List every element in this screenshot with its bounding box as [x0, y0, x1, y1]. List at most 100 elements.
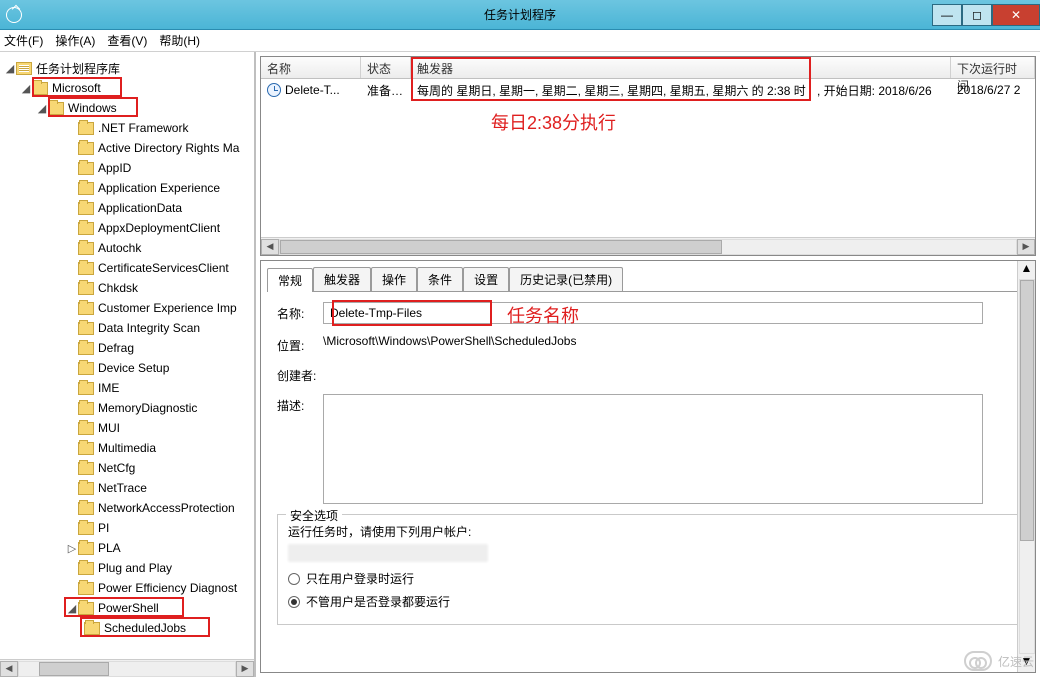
- detail-tabs: 常规 触发器 操作 条件 设置 历史记录(已禁用): [261, 261, 1035, 291]
- tree-item[interactable]: MemoryDiagnostic: [4, 398, 254, 418]
- expand-icon[interactable]: ◢: [66, 602, 78, 615]
- tab-general[interactable]: 常规: [267, 268, 313, 292]
- col-status[interactable]: 状态: [361, 57, 411, 78]
- tree-item[interactable]: NetTrace: [4, 478, 254, 498]
- task-detail: 常规 触发器 操作 条件 设置 历史记录(已禁用) 名称: Delete-Tmp…: [260, 260, 1036, 673]
- tree-item[interactable]: CertificateServicesClient: [4, 258, 254, 278]
- tree-h-scrollbar[interactable]: ◀ ▶: [0, 659, 254, 677]
- col-trigger[interactable]: 触发器: [411, 57, 951, 78]
- expand-icon[interactable]: ◢: [20, 82, 32, 95]
- tree-item[interactable]: IME: [4, 378, 254, 398]
- tree-item-label: Device Setup: [98, 361, 169, 375]
- folder-icon: [78, 262, 94, 275]
- task-list: 名称 状态 触发器 下次运行时间 Delete-T... 准备… 每周的 星期日…: [260, 56, 1036, 256]
- tree-item[interactable]: ApplicationData: [4, 198, 254, 218]
- menu-help[interactable]: 帮助(H): [159, 32, 200, 49]
- col-name[interactable]: 名称: [261, 57, 361, 78]
- tree-item[interactable]: .NET Framework: [4, 118, 254, 138]
- tree-item-label: Active Directory Rights Ma: [98, 141, 239, 155]
- tree-item[interactable]: Application Experience: [4, 178, 254, 198]
- radio-whether-logged[interactable]: 不管用户是否登录都要运行: [288, 593, 1008, 610]
- tree-item-label: MUI: [98, 421, 120, 435]
- menu-view[interactable]: 查看(V): [107, 32, 147, 49]
- folder-icon: [32, 82, 48, 95]
- tab-actions[interactable]: 操作: [371, 267, 417, 291]
- tree-scheduledjobs[interactable]: ScheduledJobs: [104, 621, 186, 635]
- annotation-trigger: 每日2:38分执行: [491, 109, 616, 135]
- folder-icon: [84, 622, 100, 635]
- scroll-thumb[interactable]: [39, 662, 109, 676]
- tree-item-label: Chkdsk: [98, 281, 138, 295]
- folder-icon: [78, 122, 94, 135]
- menu-file[interactable]: 文件(F): [4, 32, 43, 49]
- task-next: 2018/6/27 2: [951, 83, 1035, 97]
- tree-item[interactable]: NetworkAccessProtection: [4, 498, 254, 518]
- tree-item[interactable]: Customer Experience Imp: [4, 298, 254, 318]
- menu-action[interactable]: 操作(A): [55, 32, 95, 49]
- tree-item[interactable]: AppxDeploymentClient: [4, 218, 254, 238]
- tree-item[interactable]: Defrag: [4, 338, 254, 358]
- maximize-button[interactable]: ◻: [962, 4, 992, 26]
- folder-icon: [78, 582, 94, 595]
- tree-microsoft[interactable]: Microsoft: [52, 81, 101, 95]
- tree-item-label: CertificateServicesClient: [98, 261, 229, 275]
- label-location: 位置:: [277, 334, 323, 354]
- tree-item-label: NetTrace: [98, 481, 147, 495]
- scroll-right-button[interactable]: ▶: [236, 661, 254, 677]
- folder-icon: [78, 282, 94, 295]
- tab-history[interactable]: 历史记录(已禁用): [509, 267, 623, 291]
- tree-item-label: AppxDeploymentClient: [98, 221, 220, 235]
- scroll-down-button[interactable]: ▼: [1021, 654, 1033, 672]
- tree-item[interactable]: Multimedia: [4, 438, 254, 458]
- tasklist-h-scrollbar[interactable]: ◀ ▶: [261, 237, 1035, 255]
- tab-conditions[interactable]: 条件: [417, 267, 463, 291]
- expand-icon[interactable]: ▷: [66, 542, 78, 555]
- radio-icon: [288, 573, 300, 585]
- radio-logged-on[interactable]: 只在用户登录时运行: [288, 570, 1008, 587]
- tree-item[interactable]: Data Integrity Scan: [4, 318, 254, 338]
- tree-item[interactable]: NetCfg: [4, 458, 254, 478]
- expand-icon[interactable]: ◢: [4, 62, 16, 75]
- tree-root[interactable]: 任务计划程序库: [36, 60, 120, 77]
- security-legend: 安全选项: [286, 507, 342, 524]
- scroll-thumb[interactable]: [1020, 280, 1034, 541]
- tab-settings[interactable]: 设置: [463, 267, 509, 291]
- tree-item[interactable]: ◢PowerShell: [4, 598, 254, 618]
- task-desc-input[interactable]: [323, 394, 983, 504]
- folder-icon: [78, 222, 94, 235]
- minimize-button[interactable]: —: [932, 4, 962, 26]
- tree-item[interactable]: MUI: [4, 418, 254, 438]
- menubar: 文件(F) 操作(A) 查看(V) 帮助(H): [0, 30, 1040, 52]
- task-row[interactable]: Delete-T... 准备… 每周的 星期日, 星期一, 星期二, 星期三, …: [261, 79, 1035, 101]
- runas-account: [288, 544, 488, 562]
- tree-item[interactable]: Plug and Play: [4, 558, 254, 578]
- scroll-left-button[interactable]: ◀: [0, 661, 18, 677]
- close-button[interactable]: ✕: [992, 4, 1040, 26]
- tree-item[interactable]: PI: [4, 518, 254, 538]
- tree-item[interactable]: Autochk: [4, 238, 254, 258]
- tree-item[interactable]: Device Setup: [4, 358, 254, 378]
- tree-item-label: AppID: [98, 161, 131, 175]
- tree-item-label: IME: [98, 381, 119, 395]
- scroll-thumb[interactable]: [280, 240, 722, 254]
- runas-label: 运行任务时，请使用下列用户帐户:: [288, 523, 1008, 540]
- scroll-up-button[interactable]: ▲: [1021, 261, 1033, 279]
- scroll-right-button[interactable]: ▶: [1017, 239, 1035, 255]
- tree-item[interactable]: ▷PLA: [4, 538, 254, 558]
- col-next[interactable]: 下次运行时间: [951, 57, 1035, 78]
- tab-triggers[interactable]: 触发器: [313, 267, 371, 291]
- folder-icon: [78, 382, 94, 395]
- expand-icon[interactable]: ◢: [36, 102, 48, 115]
- tree-item[interactable]: Power Efficiency Diagnost: [4, 578, 254, 598]
- tree-item[interactable]: Chkdsk: [4, 278, 254, 298]
- folder-icon: [78, 422, 94, 435]
- folder-icon: [78, 602, 94, 615]
- task-name-input[interactable]: Delete-Tmp-Files: [323, 302, 983, 324]
- tree-item[interactable]: AppID: [4, 158, 254, 178]
- detail-v-scrollbar[interactable]: ▲ ▼: [1017, 261, 1035, 672]
- tree-item[interactable]: Active Directory Rights Ma: [4, 138, 254, 158]
- scroll-left-button[interactable]: ◀: [261, 239, 279, 255]
- tree-windows[interactable]: Windows: [68, 101, 117, 115]
- clock-icon: [267, 83, 281, 97]
- app-icon: [6, 7, 22, 23]
